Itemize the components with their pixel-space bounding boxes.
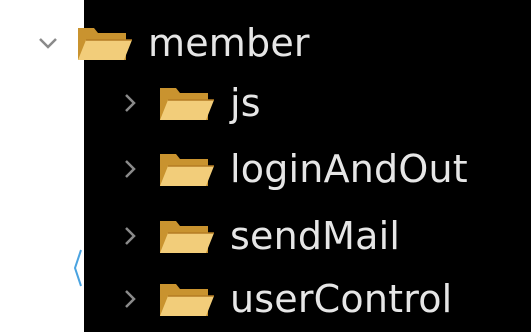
- chevron-right-icon[interactable]: [112, 281, 148, 317]
- folder-open-icon: [160, 88, 214, 120]
- explorer-panel: member js loginAndOut sendMail userContr…: [0, 0, 531, 332]
- chevron-right-icon[interactable]: [112, 151, 148, 187]
- tree-item-label: userControl: [230, 277, 453, 321]
- tree-item-label: member: [148, 21, 310, 65]
- edge-mark: [73, 249, 82, 287]
- folder-open-icon: [160, 154, 214, 186]
- tree-item-member[interactable]: member: [30, 12, 310, 74]
- tree-item-js[interactable]: js: [112, 72, 261, 134]
- folder-open-icon: [160, 284, 214, 316]
- chevron-right-icon[interactable]: [112, 218, 148, 254]
- tree-item-loginandout[interactable]: loginAndOut: [112, 138, 468, 200]
- chevron-down-icon[interactable]: [30, 25, 66, 61]
- tree-item-sendmail[interactable]: sendMail: [112, 205, 400, 267]
- tree-item-label: loginAndOut: [230, 147, 468, 191]
- chevron-right-icon[interactable]: [112, 85, 148, 121]
- tree-item-label: js: [230, 81, 261, 125]
- folder-open-icon: [160, 221, 214, 253]
- tree-item-label: sendMail: [230, 214, 401, 258]
- tree-item-usercontrol[interactable]: userControl: [112, 268, 452, 330]
- folder-open-icon: [78, 28, 132, 60]
